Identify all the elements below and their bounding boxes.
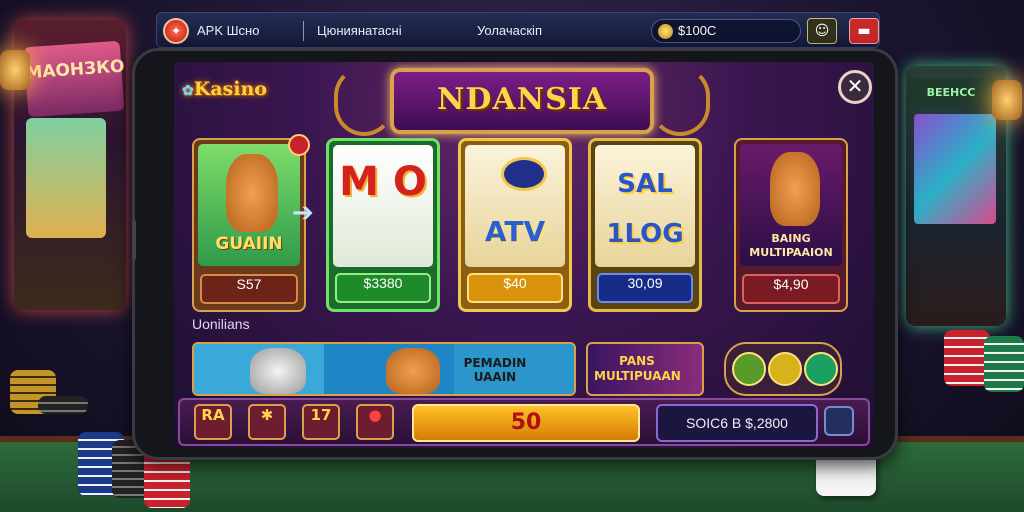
close-icon[interactable]: ✕ [838,70,872,104]
fox-mascot-icon [226,154,278,232]
balance-pill[interactable]: $100C [651,19,801,43]
tablet-side-button [132,220,136,260]
game-card-3[interactable]: ATV $40 [458,138,572,312]
chip-stack [984,336,1024,392]
spin-button[interactable]: 50 [412,404,640,442]
arrow-right-icon[interactable]: ➔ [292,198,314,228]
coin-icon[interactable] [768,352,802,386]
stop-button[interactable]: ● [356,404,394,440]
star-button[interactable]: ✱ [248,404,286,440]
action-bar: RA ✱ 17 ● 50 SOIC6 B $,2800 [178,398,870,446]
strip-tile[interactable]: PEMADIN UAAIN [454,344,574,394]
game-card-1[interactable]: GUAIIN S57 [192,134,310,312]
clover-icon[interactable] [732,352,766,386]
app-name: APK Шсно [197,23,260,38]
card-price: 30,09 [597,273,693,303]
title-banner: NDANSIA [390,68,654,134]
card-art: M O [333,145,433,267]
slot-machine-sign: МАОНЗКО [23,40,125,118]
settings-icon[interactable] [824,406,854,436]
fox-icon[interactable]: ✦ [163,18,189,44]
helmet-icon [501,157,547,191]
card-art: BAING MULTIPAAION [740,144,842,266]
featured-strip[interactable]: PEMADIN UAAIN [192,342,576,396]
card-price: $3380 [335,273,431,303]
strip-tile[interactable] [324,344,454,394]
card-title: ATV [484,215,546,248]
chip-stack [38,396,88,414]
coin-icon [658,24,673,39]
nav-link[interactable]: Уолачаскіп [477,23,542,38]
brand-logo: ✿Kasino [182,78,267,100]
game-card-5[interactable]: BAING MULTIPAAION $4,90 [734,138,848,312]
bonus-icons [724,342,842,396]
card-art: SAL 1LOG [595,145,695,267]
card-art: GUAIIN [198,144,300,266]
card-title: BAING MULTIPAAION [749,232,833,259]
brand-name: Kasino [193,78,267,100]
star-icon: ✿ [182,83,194,99]
game-screen: ✿Kasino NDANSIA ✕ GUAIIN S57 ➔ M O $3380… [174,62,874,448]
section-label: Uonilians [192,316,250,332]
badge-icon [288,134,310,156]
strip-game-title: PANS MULTIPUAAN [594,354,681,383]
card-price: $40 [467,273,563,303]
lines-button[interactable]: 17 [302,404,340,440]
card-price: S57 [200,274,298,304]
balance-amount: $100C [678,23,717,38]
card-title: GUAIIN [215,234,283,254]
lamp-icon [992,80,1022,120]
wolf-icon [250,348,306,394]
card-art: ATV [465,145,565,267]
strip-tile[interactable] [194,344,324,394]
divider [303,21,304,41]
banner-scroll-right [650,66,710,136]
fox-mascot-icon [386,348,440,394]
flag-icon[interactable]: ▬ [849,18,879,44]
total-bet-display: SOIC6 B $,2800 [656,404,818,442]
top-status-bar: ✦ APK Шсно Цюниянатасні Уолачаскіп $100C… [156,12,880,48]
banner-scroll-left [334,66,394,136]
menu-button[interactable]: RA [194,404,232,440]
lamp-icon [0,50,30,90]
fox-mascot-icon [770,152,820,226]
game-strip[interactable]: PANS MULTIPUAAN [586,342,704,396]
card-title: M O [339,159,427,205]
slot-machine-right-screen [914,114,996,224]
user-icon[interactable]: ☺ [807,18,837,44]
slot-machine-right-sign: ВЕЕНСС [908,78,994,108]
strip-title: PEMADIN UAAIN [463,356,527,384]
card-title: SAL 1LOG [606,169,684,249]
username-label[interactable]: Цюниянатасні [317,23,402,38]
slot-machine-screen [26,118,106,238]
game-card-2[interactable]: M O $3380 [326,138,440,312]
game-card-4[interactable]: SAL 1LOG 30,09 [588,138,702,312]
gem-icon[interactable] [804,352,838,386]
card-price: $4,90 [742,274,840,304]
banner-title: NDANSIA [436,82,608,117]
